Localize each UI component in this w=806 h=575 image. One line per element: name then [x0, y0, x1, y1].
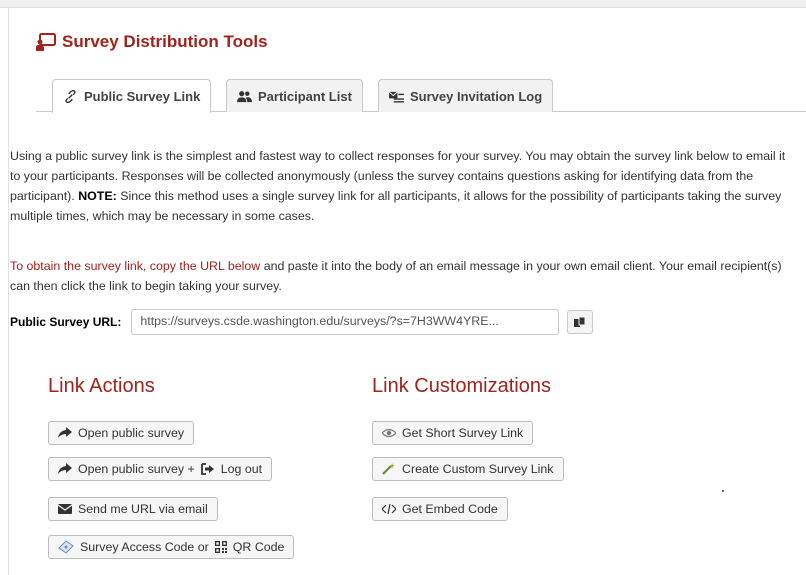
send-url-email-button[interactable]: Send me URL via email	[48, 497, 218, 521]
stray-dot	[722, 490, 724, 492]
public-url-row: Public Survey URL: https://surveys.csde.…	[10, 309, 594, 335]
presentation-icon	[36, 33, 56, 51]
envelope-icon	[58, 504, 72, 514]
public-url-label: Public Survey URL:	[10, 315, 122, 329]
link-icon	[65, 90, 76, 103]
get-embed-code-button[interactable]: Get Embed Code	[372, 497, 508, 521]
create-custom-link-button[interactable]: Create Custom Survey Link	[372, 457, 564, 481]
open-public-survey-button[interactable]: Open public survey	[48, 421, 195, 445]
instructions-paragraph: To obtain the survey link, copy the URL …	[10, 259, 782, 293]
tab-label: Public Survey Link	[84, 89, 201, 104]
sign-out-icon	[200, 463, 214, 475]
note-label: NOTE:	[78, 189, 117, 203]
qr-code-icon	[214, 541, 227, 553]
page-title-text: Survey Distribution Tools	[62, 32, 268, 51]
page-title: Survey Distribution Tools	[36, 32, 268, 52]
tab-label: Survey Invitation Log	[410, 88, 543, 104]
users-icon	[237, 90, 252, 102]
intro-paragraph: Using a public survey link is the simple…	[10, 149, 786, 223]
public-url-field[interactable]: https://surveys.csde.washington.edu/surv…	[131, 309, 560, 335]
get-short-link-button[interactable]: Get Short Survey Link	[372, 421, 534, 445]
link-actions-title: Link Actions	[48, 375, 155, 397]
eye-icon	[382, 428, 396, 438]
copy-url-button[interactable]	[567, 310, 594, 334]
open-survey-logout-button[interactable]: Open public survey + Log out	[48, 457, 273, 481]
access-code-qr-button[interactable]: Survey Access Code or QR Code	[48, 535, 295, 559]
tab-bar: Public Survey Link Participant List Surv…	[36, 79, 806, 113]
link-customizations-title: Link Customizations	[372, 375, 551, 397]
share-arrow-icon	[58, 463, 72, 474]
copy-icon	[574, 316, 586, 327]
share-arrow-icon	[58, 427, 72, 438]
tab-participant-list[interactable]: Participant List	[226, 79, 363, 112]
left-border	[8, 8, 9, 575]
tab-label: Participant List	[258, 88, 352, 104]
top-border	[0, 0, 806, 8]
tab-public-survey-link[interactable]: Public Survey Link	[52, 79, 212, 113]
tab-survey-invitation-log[interactable]: Survey Invitation Log	[378, 79, 554, 112]
magic-wand-icon	[382, 463, 395, 475]
ticket-icon	[58, 540, 74, 554]
instructions-lead: To obtain the survey link, copy the URL …	[10, 259, 261, 273]
mail-list-icon	[389, 91, 404, 103]
code-icon	[382, 503, 396, 515]
